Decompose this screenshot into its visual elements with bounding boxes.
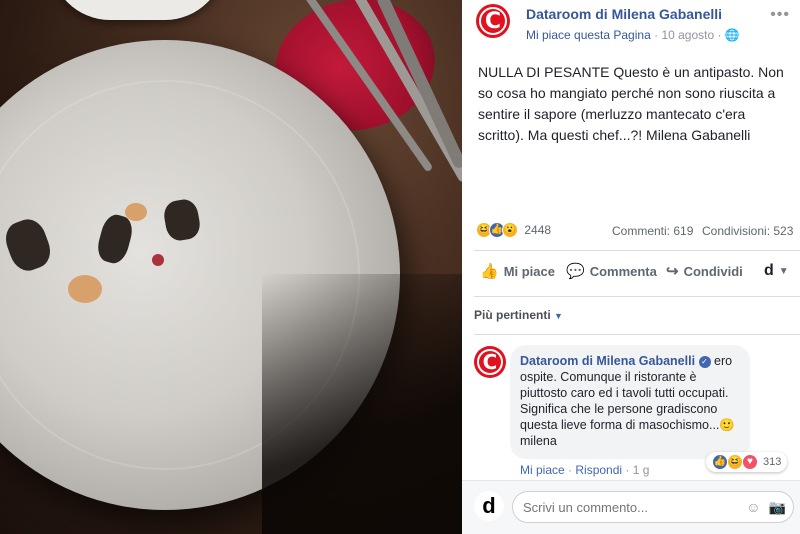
like-button[interactable]: 👍 Mi piace xyxy=(480,262,555,280)
comment-text: ero ospite. Comunque il ristorante è piu… xyxy=(520,354,735,448)
post-as-selector[interactable]: d ▼ xyxy=(764,262,789,280)
shares-count[interactable]: Condivisioni: 523 xyxy=(702,224,793,238)
comment-button[interactable]: 💬 Commenta xyxy=(566,262,657,280)
comment-author[interactable]: Dataroom di Milena Gabanelli xyxy=(520,354,695,368)
more-options-icon[interactable]: ••• xyxy=(770,6,790,24)
haha-reaction-icon: 😆 xyxy=(727,454,743,470)
comment-icon: 💬 xyxy=(566,263,585,280)
comment-age[interactable]: 1 g xyxy=(633,463,650,477)
globe-icon: 🌐 xyxy=(724,28,740,42)
comment-sort-dropdown[interactable]: Più pertinenti ▼ xyxy=(474,308,563,322)
comments-count[interactable]: Commenti: 619 xyxy=(612,224,693,238)
post-photo[interactable] xyxy=(0,0,462,534)
action-bar: 👍 Mi piace 💬 Commenta ↪ Condividi d ▼ xyxy=(476,262,796,284)
table-shadow xyxy=(262,274,462,534)
share-button[interactable]: ↪ Condividi xyxy=(666,262,743,280)
composer-icons: ☺ 📷 xyxy=(746,499,786,516)
thumbs-up-icon: 👍 xyxy=(480,263,499,280)
comment-reactions-count: 313 xyxy=(763,456,782,468)
emoji-icon[interactable]: ☺ xyxy=(746,499,760,516)
reactions-summary[interactable]: 😆👍😮 2448 xyxy=(476,222,551,238)
camera-icon[interactable]: 📷 xyxy=(769,499,786,516)
divider xyxy=(474,296,800,297)
love-reaction-icon: ♥ xyxy=(742,454,758,470)
page-name-link[interactable]: Dataroom di Milena Gabanelli xyxy=(526,6,722,22)
reactions-count: 2448 xyxy=(524,223,552,237)
like-reaction-icon: 👍 xyxy=(712,454,728,470)
divider xyxy=(474,250,800,251)
sauce-dot xyxy=(68,275,102,303)
post-meta: Mi piace questa Pagina · 10 agosto · 🌐 xyxy=(526,28,740,42)
sauce-dot xyxy=(125,203,147,221)
comment-reply-link[interactable]: Rispondi xyxy=(575,463,622,477)
like-page-link[interactable]: Mi piace questa Pagina xyxy=(526,28,651,42)
caret-down-icon: ▼ xyxy=(778,265,789,277)
divider xyxy=(474,334,800,335)
comment-composer: d ☺ 📷 xyxy=(462,480,800,534)
post-stats: 😆👍😮 2448 Commenti: 619 Condivisioni: 523 xyxy=(476,220,796,242)
share-icon: ↪ xyxy=(666,263,679,280)
commenter-avatar[interactable]: d xyxy=(474,491,504,521)
page-avatar[interactable]: C xyxy=(476,4,510,38)
post-date[interactable]: 10 agosto xyxy=(661,28,714,42)
sauce-dot xyxy=(152,254,164,266)
wow-reaction-icon: 😮 xyxy=(502,222,518,238)
comment-reactions[interactable]: 👍 😆 ♥ 313 xyxy=(706,452,788,472)
comment-avatar[interactable]: C xyxy=(474,346,506,378)
comment-bubble: Dataroom di Milena Gabanelli ✓ ero ospit… xyxy=(510,345,750,459)
caret-down-icon: ▼ xyxy=(554,311,563,321)
post-text: NULLA DI PESANTE Questo è un antipasto. … xyxy=(478,64,784,143)
page-logo-icon: d xyxy=(764,262,774,279)
verified-badge-icon: ✓ xyxy=(698,355,711,368)
comment-like-link[interactable]: Mi piace xyxy=(520,463,565,477)
bowl xyxy=(50,0,225,20)
comment-meta: Mi piace · Rispondi · 1 g xyxy=(520,463,650,477)
post-panel: C Dataroom di Milena Gabanelli Mi piace … xyxy=(462,0,800,534)
